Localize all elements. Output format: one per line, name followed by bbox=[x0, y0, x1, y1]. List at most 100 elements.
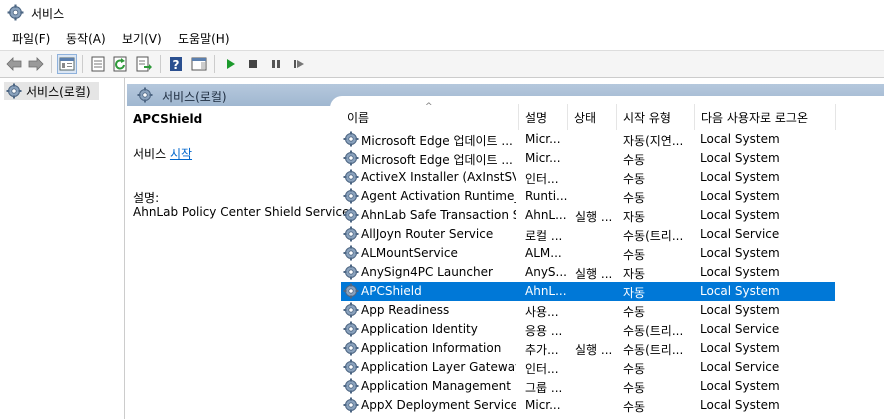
stop-service-icon[interactable] bbox=[243, 54, 263, 74]
service-startup-type: 수동 bbox=[623, 191, 646, 205]
service-name: AppX Deployment Service ... bbox=[361, 398, 516, 412]
show-hide-console-tree-icon[interactable] bbox=[57, 54, 77, 74]
menu-file[interactable]: 파일(F) bbox=[10, 30, 52, 47]
service-description: 응용 ... bbox=[525, 324, 563, 338]
service-logon-as: Local Service bbox=[700, 227, 780, 241]
service-logon-as: Local System bbox=[700, 132, 780, 146]
service-row[interactable]: AllJoyn Router Service 로컬 ... 수동(트리... Loca… bbox=[341, 225, 835, 244]
service-description: AhnL... bbox=[525, 284, 567, 298]
service-logon-as: Local System bbox=[700, 398, 780, 412]
service-gear-icon bbox=[343, 131, 359, 147]
tree-item-label: 서비스(로컬) bbox=[26, 84, 91, 99]
service-name: APCShield bbox=[361, 284, 422, 298]
service-row[interactable]: ALMountService ALM... 수동 Local System bbox=[341, 244, 835, 263]
column-header-label: 시작 유형 bbox=[623, 110, 671, 125]
service-row[interactable]: Application Identity 응용 ... 수동(트리... Local … bbox=[341, 320, 835, 339]
service-name: Application Layer Gateway ... bbox=[361, 360, 516, 374]
service-startup-type: 자동 bbox=[623, 267, 646, 281]
service-startup-type: 수동 bbox=[623, 362, 646, 376]
forward-icon[interactable] bbox=[26, 54, 46, 74]
services-list: ^ 이름 설명 상태 시작 유형 다음 사용자로 로그온 Microsoft E… bbox=[341, 102, 884, 419]
service-row[interactable]: AhnLab Safe Transaction S... AhnL... 실행 ..… bbox=[341, 206, 835, 225]
service-row[interactable]: APCShield AhnL... 자동 Local System bbox=[341, 282, 835, 301]
service-name: Application Identity bbox=[361, 322, 478, 336]
service-gear-icon bbox=[343, 226, 359, 242]
service-gear-icon bbox=[343, 150, 359, 166]
start-service-icon[interactable] bbox=[220, 54, 240, 74]
service-description: 그룹 ... bbox=[525, 381, 563, 395]
service-logon-as: Local System bbox=[700, 189, 780, 203]
service-logon-as: Local System bbox=[700, 284, 780, 298]
description-text: AhnLab Policy Center Shield Service bbox=[133, 205, 350, 219]
pause-service-icon[interactable] bbox=[266, 54, 286, 74]
service-name: Microsoft Edge 업데이트 ... bbox=[361, 153, 513, 167]
service-description: Micr... bbox=[525, 151, 561, 165]
service-row[interactable]: Application Management 그룹 ... 수동 Local Syst… bbox=[341, 377, 835, 396]
service-logon-as: Local System bbox=[700, 379, 780, 393]
window-title: 서비스 bbox=[31, 7, 65, 21]
column-header-name[interactable]: ^ 이름 bbox=[341, 102, 519, 130]
column-header-startup-type[interactable]: 시작 유형 bbox=[617, 104, 695, 130]
service-row[interactable]: AppX Deployment Service ... Micr... 수동 Loca… bbox=[341, 396, 835, 415]
service-row[interactable]: AnySign4PC Launcher AnyS... 실행 ... 자동 Local … bbox=[341, 263, 835, 282]
service-startup-type: 수동 bbox=[623, 305, 646, 319]
service-gear-icon bbox=[343, 321, 359, 337]
service-description: Micr... bbox=[525, 132, 561, 146]
service-row[interactable]: Microsoft Edge 업데이트 ... Micr... 수동 Local Sy… bbox=[341, 149, 835, 168]
action-pane-icon[interactable] bbox=[189, 54, 209, 74]
service-name: App Readiness bbox=[361, 303, 450, 317]
services-gear-icon bbox=[6, 83, 22, 99]
tree-item-services-local[interactable]: 서비스(로컬) bbox=[4, 82, 99, 100]
service-gear-icon bbox=[343, 264, 359, 280]
service-name: Application Management bbox=[361, 379, 511, 393]
console-tree: 서비스(로컬) bbox=[0, 78, 125, 419]
content-header-label: 서비스(로컬) bbox=[162, 90, 227, 104]
back-icon[interactable] bbox=[4, 54, 24, 74]
service-name: AnySign4PC Launcher bbox=[361, 265, 493, 279]
description-label: 설명: bbox=[133, 191, 160, 205]
refresh-icon[interactable] bbox=[111, 54, 131, 74]
export-list-icon[interactable] bbox=[134, 54, 154, 74]
service-description: Runti... bbox=[525, 189, 568, 203]
service-description: 추가... bbox=[525, 343, 559, 357]
service-logon-as: Local System bbox=[700, 341, 780, 355]
column-header-label: 이름 bbox=[347, 110, 370, 125]
service-row[interactable]: Microsoft Edge 업데이트 ... Micr... 자동(지연... Lo… bbox=[341, 130, 835, 149]
service-row[interactable]: ActiveX Installer (AxInstSV) 인터... 수동 Local… bbox=[341, 168, 835, 187]
menu-view[interactable]: 보기(V) bbox=[120, 30, 164, 47]
help-icon[interactable]: ? bbox=[166, 54, 186, 74]
menu-action[interactable]: 동작(A) bbox=[64, 30, 108, 47]
service-gear-icon bbox=[343, 283, 359, 299]
service-startup-type: 수동(트리... bbox=[623, 343, 684, 357]
column-header-description[interactable]: 설명 bbox=[519, 104, 568, 130]
service-logon-as: Local Service bbox=[700, 322, 780, 336]
service-description: 로컬 ... bbox=[525, 229, 563, 243]
service-status: 실행 ... bbox=[575, 210, 613, 224]
service-description: 인터... bbox=[525, 172, 559, 186]
column-header-logon-as[interactable]: 다음 사용자로 로그온 bbox=[695, 104, 836, 130]
column-header-label: 다음 사용자로 로그온 bbox=[701, 110, 808, 125]
start-service-link[interactable]: 시작 bbox=[170, 147, 192, 161]
service-status: 실행 ... bbox=[575, 343, 613, 357]
sort-ascending-icon: ^ bbox=[425, 102, 433, 112]
service-description: AnyS... bbox=[525, 265, 567, 279]
services-gear-icon bbox=[7, 4, 24, 21]
service-startup-type: 수동 bbox=[623, 400, 646, 414]
properties-icon[interactable] bbox=[88, 54, 108, 74]
service-startup-type: 자동(지연... bbox=[623, 134, 684, 148]
service-row[interactable]: Application Information 추가... 실행 ... 수동(트리.… bbox=[341, 339, 835, 358]
title-bar: 서비스 bbox=[0, 0, 884, 26]
service-row[interactable]: Application Layer Gateway ... 인터... 수동 Loca… bbox=[341, 358, 835, 377]
column-header-status[interactable]: 상태 bbox=[568, 104, 617, 130]
menu-help[interactable]: 도움말(H) bbox=[176, 30, 232, 47]
service-row[interactable]: App Readiness 사용... 수동 Local System bbox=[341, 301, 835, 320]
service-startup-type: 수동 bbox=[623, 381, 646, 395]
restart-service-icon[interactable] bbox=[289, 54, 309, 74]
service-logon-as: Local System bbox=[700, 303, 780, 317]
service-gear-icon bbox=[343, 340, 359, 356]
service-row[interactable]: Agent Activation Runtime_... Runti... 수동 Lo… bbox=[341, 187, 835, 206]
service-description: AhnL... bbox=[525, 208, 567, 222]
service-description: 사용... bbox=[525, 305, 559, 319]
service-gear-icon bbox=[343, 397, 359, 413]
start-service-line: 서비스 시작 bbox=[133, 145, 192, 162]
